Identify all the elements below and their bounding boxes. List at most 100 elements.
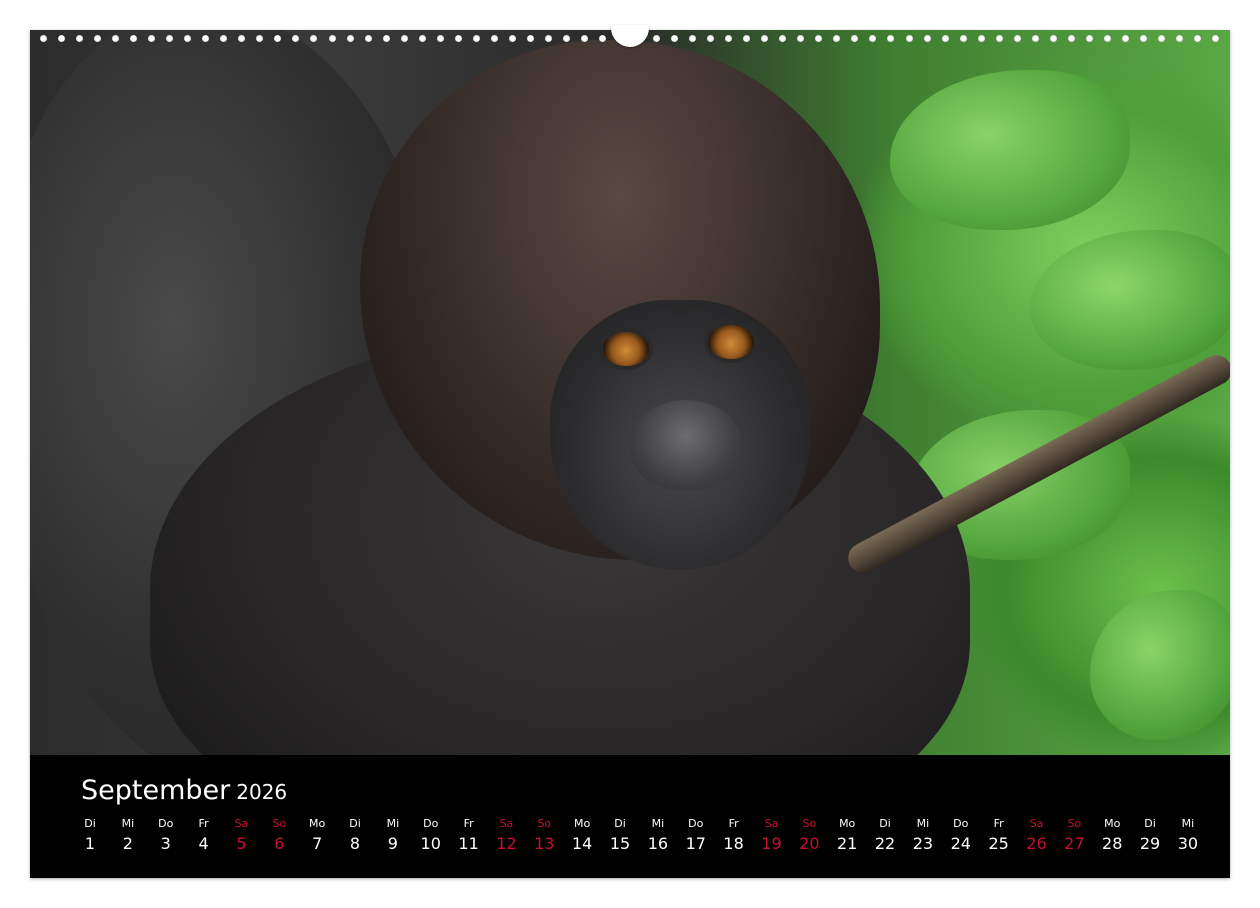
day-column: Mo 7 (303, 816, 331, 866)
day-column: Mi 16 (644, 816, 672, 866)
day-column: Di 15 (606, 816, 634, 866)
day-number: 26 (1026, 834, 1047, 853)
day-column: Sa 12 (492, 816, 520, 866)
day-column: Mo 14 (568, 816, 596, 866)
year-label: 2026 (236, 780, 288, 804)
binding-hole (544, 34, 552, 42)
day-number: 19 (761, 834, 782, 853)
day-column: Di 1 (76, 816, 104, 866)
weekday-label: Fr (993, 817, 1004, 830)
binding-hole (779, 34, 787, 42)
day-number: 22 (874, 834, 896, 853)
binding-hole (292, 34, 300, 42)
binding-hole (40, 34, 47, 42)
binding-hole (725, 34, 733, 42)
weekday-label: Mi (1181, 817, 1195, 830)
calendar-page: September 2026 Di 1 Mi 2 Do 3 Fr 4 Sa 5 So 6 Mo 7 Di 8 Mi… (30, 30, 1230, 878)
binding-hole (130, 34, 138, 42)
weekday-label: So (537, 817, 552, 830)
day-column: Do 3 (152, 816, 180, 866)
weekday-label: Mi (916, 817, 930, 830)
weekday-label: Mo (839, 817, 856, 830)
binding-hole (328, 34, 336, 42)
day-column: Sa 26 (1022, 816, 1050, 866)
day-column: So 20 (795, 816, 823, 866)
weekday-label: Di (84, 817, 96, 830)
binding-hole (761, 34, 769, 42)
binding-hole (508, 34, 516, 42)
gorilla-nose (630, 400, 742, 490)
day-column: So 27 (1060, 816, 1088, 866)
day-number: 2 (122, 834, 133, 853)
binding-hole (346, 34, 354, 42)
day-number: 12 (496, 834, 517, 853)
binding-hole (112, 34, 120, 42)
binding-hole (1175, 34, 1183, 42)
binding-hole (454, 34, 462, 42)
day-column: Mo 21 (833, 816, 861, 866)
binding-hole (1013, 34, 1021, 42)
weekday-label: Do (158, 817, 174, 830)
days-row: Di 1 Mi 2 Do 3 Fr 4 Sa 5 So 6 Mo 7 Di 8 Mi 9 Do 10 Fr 11 Sa 12 S… (76, 816, 1202, 866)
binding-hole (220, 34, 228, 42)
day-number: 30 (1177, 834, 1199, 853)
binding-hole (490, 34, 498, 42)
weekday-label: Mi (651, 817, 665, 830)
binding-hole (671, 34, 679, 42)
weekday-label: So (1067, 817, 1082, 830)
binding-hole (580, 34, 588, 42)
day-number: 15 (609, 834, 631, 853)
day-number: 5 (236, 834, 247, 853)
weekday-label: So (272, 817, 287, 830)
binding-hole (923, 34, 931, 42)
binding-hole (1067, 34, 1075, 42)
day-number: 7 (312, 834, 323, 853)
weekday-label: Sa (234, 817, 249, 830)
binding-hole (869, 34, 877, 42)
day-column: Do 17 (682, 816, 710, 866)
day-number: 28 (1102, 834, 1123, 853)
weekday-label: Do (423, 817, 439, 830)
binding-hole (472, 34, 480, 42)
binding-hole (1103, 34, 1111, 42)
month-label: September (81, 775, 231, 806)
day-number: 17 (685, 834, 706, 853)
binding-hole (166, 34, 174, 42)
weekday-label: Di (879, 817, 891, 830)
leaf (890, 70, 1130, 230)
weekday-label: Fr (463, 817, 474, 830)
binding-hole (1139, 34, 1147, 42)
binding-hole (977, 34, 985, 42)
leaf (1030, 230, 1230, 370)
day-number: 18 (723, 834, 744, 853)
day-number: 1 (84, 834, 96, 853)
binding-hole (148, 34, 156, 42)
day-column: Di 29 (1136, 816, 1164, 866)
day-number: 4 (198, 834, 209, 853)
binding-hole (562, 34, 570, 42)
binding-hole (598, 34, 606, 42)
day-column: So 13 (530, 816, 558, 866)
day-column: Mi 2 (114, 816, 142, 866)
weekday-label: Mi (121, 817, 135, 830)
day-number: 13 (534, 834, 555, 853)
calendar-strip: September 2026 Di 1 Mi 2 Do 3 Fr 4 Sa 5 So 6 Mo 7 Di 8 Mi… (30, 755, 1230, 878)
binding-hole (689, 34, 697, 42)
day-column: Fr 4 (190, 816, 218, 866)
day-number: 23 (912, 834, 934, 853)
gorilla-right-eye (708, 325, 754, 359)
day-number: 25 (988, 834, 1009, 853)
calendar-title: September 2026 (81, 775, 287, 806)
day-column: Fr 11 (455, 816, 483, 866)
day-column: Di 22 (871, 816, 899, 866)
day-column: Sa 5 (227, 816, 255, 866)
binding-hole (707, 34, 715, 42)
binding-hole (58, 34, 66, 42)
binding-hole (400, 34, 408, 42)
weekday-label: Sa (1029, 817, 1044, 830)
leaf (1090, 590, 1230, 740)
day-column: Do 10 (417, 816, 445, 866)
binding-hole (1031, 34, 1039, 42)
day-column: Sa 19 (757, 816, 785, 866)
day-number: 24 (950, 834, 971, 853)
